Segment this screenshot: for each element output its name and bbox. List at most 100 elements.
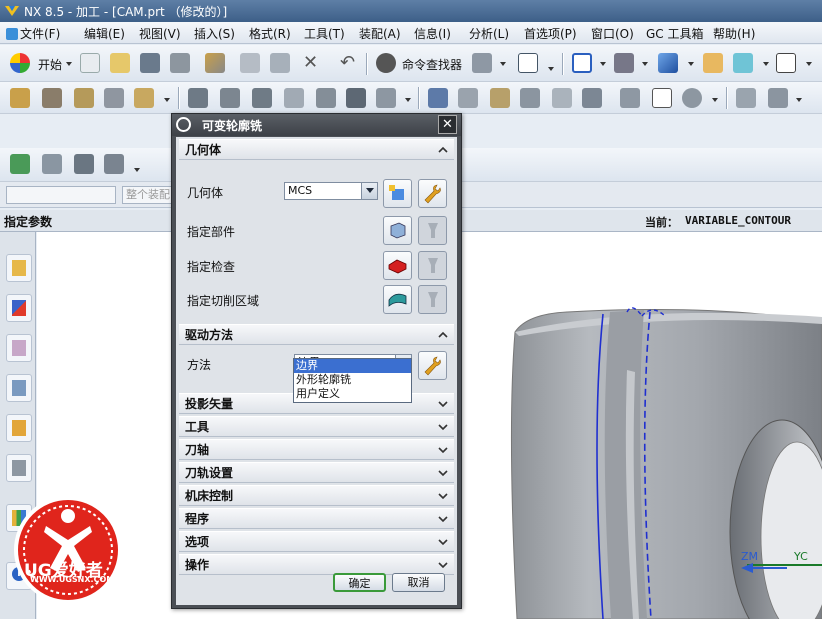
- assembly-navigator-icon[interactable]: [6, 254, 32, 282]
- time-icon[interactable]: [682, 88, 702, 108]
- ok-button[interactable]: 确定: [333, 573, 386, 592]
- process-icon[interactable]: [768, 88, 788, 108]
- feed-icon[interactable]: [458, 88, 478, 108]
- simulate-machine-icon[interactable]: [316, 88, 336, 108]
- undo-icon[interactable]: ↶: [340, 52, 355, 73]
- create-geometry-icon[interactable]: [74, 88, 94, 108]
- feature-icon[interactable]: [736, 88, 756, 108]
- create-operation-icon[interactable]: [134, 88, 154, 108]
- menu-view[interactable]: 视图(V): [139, 25, 181, 42]
- display-cut-area-button[interactable]: [418, 285, 447, 314]
- edit-geometry-button[interactable]: [418, 179, 447, 208]
- command-finder-button[interactable]: 命令查找器: [402, 56, 462, 73]
- gear-icon[interactable]: [176, 117, 191, 132]
- new-geometry-button[interactable]: [383, 179, 412, 208]
- operations-dropdown-icon[interactable]: [405, 98, 411, 102]
- menu-preferences[interactable]: 首选项(P): [524, 25, 577, 42]
- machine-tool-icon[interactable]: [620, 88, 640, 108]
- menu-window[interactable]: 窗口(O): [591, 25, 634, 42]
- sort-icon[interactable]: [428, 88, 448, 108]
- specify-part-button[interactable]: [383, 216, 412, 245]
- csys-icon[interactable]: [104, 154, 124, 174]
- type-filter-combo[interactable]: [6, 186, 116, 204]
- shop-doc-icon[interactable]: [376, 88, 396, 108]
- dropdown-option-user-defined[interactable]: 用户定义: [294, 387, 411, 401]
- section-tool-axis[interactable]: 刀轴: [179, 439, 454, 460]
- menu-format[interactable]: 格式(R): [249, 25, 291, 42]
- list-toolpath-icon[interactable]: [252, 88, 272, 108]
- feature-navigator-icon[interactable]: [42, 154, 62, 174]
- machine-navigator-icon[interactable]: [6, 414, 32, 442]
- operation-navigator-icon[interactable]: [6, 374, 32, 402]
- orient-dropdown-icon[interactable]: [688, 62, 694, 66]
- dialog-title-bar[interactable]: 可变轮廓铣 ✕: [172, 114, 461, 136]
- replay-toolpath-icon[interactable]: [220, 88, 240, 108]
- section-path-settings[interactable]: 刀轨设置: [179, 462, 454, 483]
- toolbar-options-dropdown-icon[interactable]: [500, 62, 506, 66]
- menu-tools[interactable]: 工具(T): [304, 25, 345, 42]
- background-color-icon[interactable]: [776, 53, 796, 73]
- section-options[interactable]: 选项: [179, 531, 454, 552]
- close-icon[interactable]: ✕: [438, 115, 457, 134]
- render-dropdown-icon[interactable]: [642, 62, 648, 66]
- section-drive-method[interactable]: 驱动方法: [179, 324, 454, 345]
- create-tool-icon[interactable]: [42, 88, 62, 108]
- wcs-icon[interactable]: [733, 53, 753, 73]
- generate-toolpath-icon[interactable]: [188, 88, 208, 108]
- report-icon[interactable]: [652, 88, 672, 108]
- menu-gc-toolbox[interactable]: GC 工具箱: [646, 25, 704, 42]
- menu-info[interactable]: 信息(I): [414, 25, 451, 42]
- cancel-button[interactable]: 取消: [392, 573, 445, 592]
- geometry-select[interactable]: MCS: [284, 182, 378, 200]
- create-dropdown-icon[interactable]: [164, 98, 170, 102]
- edit-drive-method-button[interactable]: [418, 351, 447, 380]
- view-dropdown-icon[interactable]: [600, 62, 606, 66]
- section-program[interactable]: 程序: [179, 508, 454, 529]
- open-folder-icon[interactable]: [110, 53, 130, 73]
- section-tool[interactable]: 工具: [179, 416, 454, 437]
- specify-cut-area-button[interactable]: [383, 285, 412, 314]
- info-dropdown-icon[interactable]: [548, 67, 554, 71]
- wcs-dropdown-icon[interactable]: [763, 62, 769, 66]
- fit-view-icon[interactable]: [572, 53, 592, 73]
- verify-toolpath-icon[interactable]: [284, 88, 304, 108]
- utility-dropdown-icon[interactable]: [134, 168, 140, 172]
- create-method-icon[interactable]: [104, 88, 124, 108]
- display-check-button[interactable]: [418, 251, 447, 280]
- dropdown-option-boundary[interactable]: 边界: [294, 359, 411, 373]
- menu-analysis[interactable]: 分析(L): [469, 25, 509, 42]
- save-icon[interactable]: [140, 53, 160, 73]
- method-view-icon[interactable]: [582, 88, 602, 108]
- info-tools-dropdown-icon[interactable]: [712, 98, 718, 102]
- orient-view-icon[interactable]: [658, 53, 678, 73]
- check-icon[interactable]: [10, 154, 30, 174]
- section-geometry[interactable]: 几何体: [179, 139, 454, 160]
- transform-icon[interactable]: [490, 88, 510, 108]
- toolpath-edit-icon[interactable]: [552, 88, 572, 108]
- create-program-icon[interactable]: [10, 88, 30, 108]
- dropdown-option-contour-profile[interactable]: 外形轮廓铣: [294, 373, 411, 387]
- part-navigator-icon[interactable]: [6, 334, 32, 362]
- object-display-icon[interactable]: [520, 88, 540, 108]
- binoculars-icon[interactable]: [376, 53, 396, 73]
- grid-icon[interactable]: [74, 154, 94, 174]
- info-icon[interactable]: [518, 53, 538, 73]
- specify-check-button[interactable]: [383, 251, 412, 280]
- menu-help[interactable]: 帮助(H): [713, 25, 755, 42]
- start-dropdown-icon[interactable]: [66, 62, 72, 66]
- start-icon[interactable]: [10, 53, 30, 73]
- postprocess-icon[interactable]: [346, 88, 366, 108]
- section-operation[interactable]: 操作: [179, 554, 454, 575]
- render-style-icon[interactable]: [614, 53, 634, 73]
- constraint-navigator-icon[interactable]: [6, 294, 32, 322]
- menu-insert[interactable]: 插入(S): [194, 25, 235, 42]
- display-part-button[interactable]: [418, 216, 447, 245]
- cut-icon[interactable]: [205, 53, 225, 73]
- toolbar-options-icon[interactable]: [472, 53, 492, 73]
- layer-icon[interactable]: [703, 53, 723, 73]
- process-dropdown-icon[interactable]: [796, 98, 802, 102]
- menu-file[interactable]: 文件(F): [6, 25, 60, 42]
- feature-tool-icon[interactable]: [6, 454, 32, 482]
- section-machine-control[interactable]: 机床控制: [179, 485, 454, 506]
- print-icon[interactable]: [170, 53, 190, 73]
